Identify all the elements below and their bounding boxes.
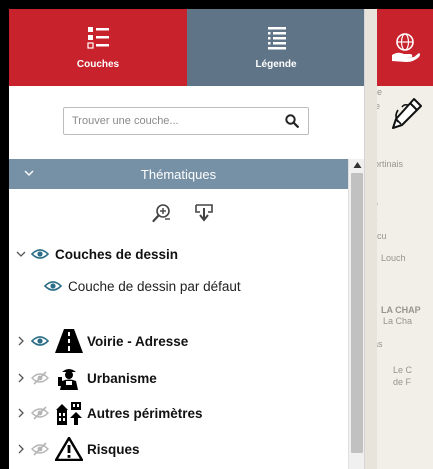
layers-list-icon xyxy=(87,27,109,49)
map-label: La Cha xyxy=(383,316,413,326)
warning-icon xyxy=(55,437,83,461)
chevron-right-icon[interactable] xyxy=(15,372,27,384)
layer-group-dessin: Couches de dessin xyxy=(15,242,178,266)
map-label: as xyxy=(377,339,383,349)
layer-label-risques[interactable]: Risques xyxy=(87,442,140,457)
map-label: e xyxy=(377,199,378,209)
layer-group-perimetres: Autres périmètres xyxy=(15,401,203,425)
section-title: Thématiques xyxy=(140,166,217,182)
scroll-thumb[interactable] xyxy=(351,173,363,453)
layer-label-urbanisme[interactable]: Urbanisme xyxy=(87,371,157,386)
chevron-down-icon[interactable] xyxy=(15,248,27,260)
download-icon xyxy=(195,204,213,222)
search-button[interactable] xyxy=(278,108,306,134)
layer-tools xyxy=(149,200,229,226)
worker-icon xyxy=(58,369,78,390)
eye-icon[interactable] xyxy=(44,279,62,293)
map-label: lle xyxy=(377,87,383,97)
layer-group-risques: Risques xyxy=(15,437,140,461)
layer-group-urbanisme: Urbanisme xyxy=(15,366,157,390)
scrollbar[interactable] xyxy=(348,159,364,469)
section-thematiques[interactable]: Thématiques xyxy=(9,159,348,189)
tab-couches[interactable]: Couches xyxy=(9,9,187,86)
scroll-up-arrow-icon[interactable] xyxy=(353,161,362,169)
map-label: cu xyxy=(377,231,387,241)
layer-label-perimetres[interactable]: Autres périmètres xyxy=(87,406,203,421)
search-box xyxy=(63,107,309,135)
chevron-right-icon[interactable] xyxy=(15,443,27,455)
map-label: s xyxy=(377,214,378,224)
tab-legende-label: Légende xyxy=(255,59,297,70)
zoom-add-button[interactable] xyxy=(149,200,175,226)
buildings-icon xyxy=(56,402,82,425)
chevron-down-icon xyxy=(24,170,34,176)
globe-hand-button[interactable] xyxy=(377,9,433,86)
drawing-tool-button[interactable] xyxy=(387,95,425,133)
chevron-right-icon[interactable] xyxy=(15,407,27,419)
app-frame: Couches Légende Trouver une couche... Th… xyxy=(9,9,433,469)
layer-label-dessin[interactable]: Couches de dessin xyxy=(55,247,178,262)
legend-list-icon xyxy=(268,27,286,50)
layers-panel: Couches Légende Trouver une couche... Th… xyxy=(9,9,365,469)
tab-legende[interactable]: Légende xyxy=(187,9,364,86)
map-label: e xyxy=(377,101,381,111)
panel-edge-strip xyxy=(365,9,377,469)
layer-label-voirie[interactable]: Voirie - Adresse xyxy=(87,334,188,349)
road-icon xyxy=(55,329,83,353)
layer-label-dessin-defaut[interactable]: Couche de dessin par défaut xyxy=(68,279,241,294)
search-icon xyxy=(285,114,299,128)
map-label: Louch xyxy=(381,253,406,263)
map-label: rortinais xyxy=(377,159,404,169)
tab-couches-label: Couches xyxy=(76,59,120,70)
search-input[interactable] xyxy=(64,109,278,133)
panel-tabbar: Couches Légende xyxy=(9,9,364,86)
eye-off-icon[interactable] xyxy=(31,371,49,385)
layer-item-dessin-defaut: Couche de dessin par défaut xyxy=(44,274,241,298)
zoom-add-icon xyxy=(152,204,170,223)
layer-group-voirie: Voirie - Adresse xyxy=(15,329,188,353)
eye-icon[interactable] xyxy=(31,247,49,261)
pen-draw-icon xyxy=(392,98,422,129)
chevron-right-icon[interactable] xyxy=(15,335,27,347)
map-label: de F xyxy=(393,377,412,387)
map-label: Le C xyxy=(393,365,413,375)
download-button[interactable] xyxy=(191,200,217,226)
eye-off-icon[interactable] xyxy=(31,406,49,420)
eye-icon[interactable] xyxy=(31,334,49,348)
globe-hand-icon xyxy=(392,32,420,62)
map-label: LA CHAP xyxy=(381,305,421,315)
eye-off-icon[interactable] xyxy=(31,442,49,456)
